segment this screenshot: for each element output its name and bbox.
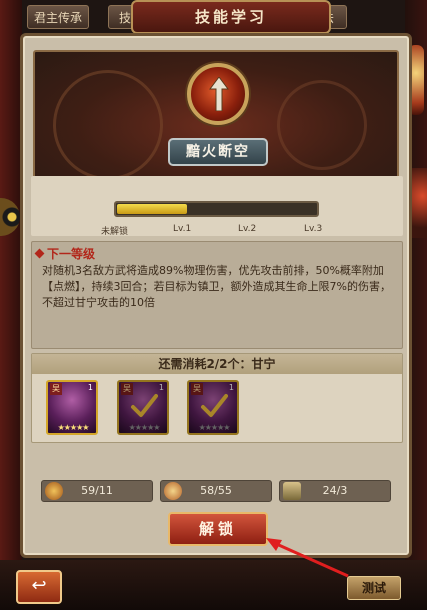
checkmark-icon xyxy=(201,394,228,417)
skill-name: 黯火断空 xyxy=(168,138,268,166)
dragon-ornament-right xyxy=(277,80,367,170)
general-card[interactable]: 吴 1 ★★★★★ xyxy=(187,380,239,435)
cost-box: 还需消耗2/2个：甘宁 吴 1 ★★★★★ 吴 1 ★★★★★ 吴 1 ★★★★… xyxy=(31,353,403,443)
window-title: 技能学习 xyxy=(131,0,331,34)
level-label-1: Lv.1 xyxy=(173,224,192,234)
progress-fill xyxy=(117,204,187,214)
level-label-locked: 未解锁 xyxy=(101,227,129,237)
level-label-3: Lv.3 xyxy=(304,224,323,234)
card-level: 1 xyxy=(87,383,93,392)
star-rating: ★★★★★ xyxy=(128,423,161,432)
tab-lord-inheritance[interactable]: 君主传承 xyxy=(27,5,89,29)
book-stack-icon xyxy=(283,482,301,500)
resource-scroll: 58/55 xyxy=(160,480,272,502)
resource-value: 24/3 xyxy=(322,484,348,497)
cost-title: 还需消耗2/2个：甘宁 xyxy=(32,354,402,374)
next-level-box: 下一等级 对随机3名敌方武将造成89%物理伤害，优先攻击前排，50%概率附加【点… xyxy=(31,241,403,349)
back-button[interactable]: ↩ xyxy=(16,570,62,604)
general-card[interactable]: 吴 1 ★★★★★ xyxy=(46,380,98,435)
card-level: 1 xyxy=(158,383,164,392)
progress-track xyxy=(114,201,319,217)
next-level-title-text: 下一等级 xyxy=(47,247,96,261)
coin-pouch-icon xyxy=(45,482,63,500)
unlock-button[interactable]: 解锁 xyxy=(168,512,268,546)
resource-books: 24/3 xyxy=(279,480,391,502)
top-tabs: 君主传承 技 战法 技能学习 xyxy=(25,0,403,34)
faction-badge: 吴 xyxy=(50,383,62,395)
scroll-icon xyxy=(164,482,182,500)
star-rating: ★★★★★ xyxy=(198,423,231,432)
star-rating: ★★★★★ xyxy=(57,423,90,432)
resource-coin: 59/11 xyxy=(41,480,153,502)
checkmark-icon xyxy=(131,394,158,417)
diamond-icon xyxy=(34,248,45,259)
dragon-ornament-left xyxy=(53,70,163,180)
card-level: 1 xyxy=(228,383,234,392)
background-left xyxy=(0,0,22,610)
general-card[interactable]: 吴 1 ★★★★★ xyxy=(117,380,169,435)
level-label-2: Lv.2 xyxy=(238,224,257,234)
resource-value: 58/55 xyxy=(200,484,232,497)
test-button[interactable]: 测试 xyxy=(347,576,401,600)
level-progress: 未解锁 Lv.1 Lv.2 Lv.3 xyxy=(31,176,403,237)
next-level-title: 下一等级 xyxy=(34,245,96,262)
skill-learning-panel: 黯火断空 未解锁 Lv.1 Lv.2 Lv.3 下一等级 对随机3名敌方武将造成… xyxy=(20,33,412,558)
flaming-arrow-icon xyxy=(187,63,249,125)
resource-value: 59/11 xyxy=(81,484,113,497)
next-level-description: 对随机3名敌方武将造成89%物理伤害，优先攻击前排，50%概率附加【点燃】，持续… xyxy=(42,264,391,309)
